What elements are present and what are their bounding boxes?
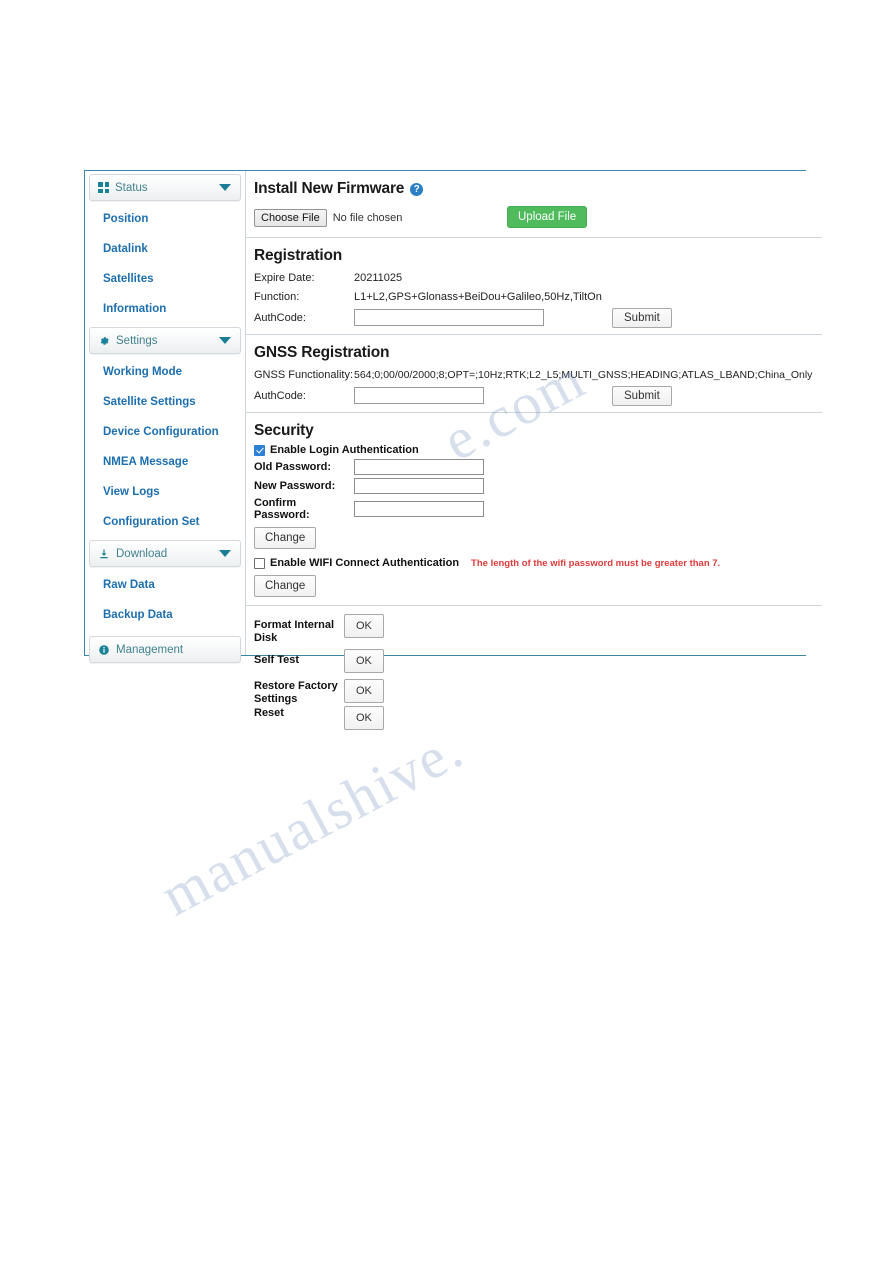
self-test-ok-button[interactable]: OK — [344, 649, 384, 673]
format-internal-disk-ok-button[interactable]: OK — [344, 614, 384, 638]
sidebar-group-download[interactable]: Download — [89, 540, 241, 567]
enable-login-auth-checkbox[interactable] — [254, 444, 265, 456]
sidebar-item-information[interactable]: Information — [85, 294, 245, 324]
chevron-down-icon[interactable] — [219, 183, 231, 191]
help-circle-icon[interactable]: ? — [410, 183, 424, 196]
sidebar-item-nmea-message[interactable]: NMEA Message — [85, 447, 245, 477]
sidebar-item-satellites[interactable]: Satellites — [85, 264, 245, 294]
sidebar-item-raw-data[interactable]: Raw Data — [85, 570, 245, 600]
sidebar-group-settings[interactable]: Settings — [89, 327, 241, 354]
sidebar-group-status[interactable]: Status — [89, 174, 241, 201]
old-password-row: Old Password: — [254, 459, 812, 475]
reset-label: Reset — [254, 707, 284, 719]
reset-row: Reset OK — [254, 706, 812, 730]
sidebar-item-working-mode[interactable]: Working Mode — [85, 357, 245, 387]
watermark-text-2: manualshive. — [150, 715, 474, 929]
confirm-password-input[interactable] — [354, 501, 484, 517]
sidebar-group-label: Download — [116, 547, 168, 560]
format-internal-disk-row: Format Internal Disk OK — [254, 614, 812, 645]
gnss-submit-button[interactable]: Submit — [612, 385, 672, 406]
info-icon — [98, 644, 110, 656]
registration-authcode-input[interactable] — [354, 309, 544, 326]
enable-login-auth-row[interactable]: Enable Login Authentication — [254, 444, 812, 456]
page-title: Install New Firmware — [254, 180, 405, 197]
new-password-label: New Password: — [254, 480, 336, 492]
enable-login-auth-label: Enable Login Authentication — [270, 444, 419, 456]
change-password-button[interactable]: Change — [254, 527, 317, 549]
reset-ok-button[interactable]: OK — [344, 706, 384, 730]
expire-date-label: Expire Date: — [254, 271, 315, 284]
grid-icon — [98, 182, 109, 193]
security-title: Security — [254, 422, 314, 439]
sidebar-item-satellite-settings[interactable]: Satellite Settings — [85, 387, 245, 417]
sidebar-group-label: Management — [116, 643, 184, 656]
sidebar-group-management[interactable]: Management — [89, 636, 241, 663]
gnss-registration-title: GNSS Registration — [254, 344, 390, 361]
gnss-authcode-label: AuthCode: — [254, 389, 306, 402]
choose-file-button[interactable]: Choose File — [254, 209, 327, 227]
registration-authcode-label: AuthCode: — [254, 311, 306, 324]
sidebar-item-position[interactable]: Position — [85, 204, 245, 234]
function-row: Function: L1+L2,GPS+Glonass+BeiDou+Galil… — [254, 288, 812, 305]
chevron-down-icon[interactable] — [219, 336, 231, 344]
self-test-row: Self Test OK — [254, 649, 812, 675]
registration-authcode-row: AuthCode: Submit — [254, 307, 812, 328]
download-icon — [98, 548, 110, 560]
sidebar-item-device-configuration[interactable]: Device Configuration — [85, 417, 245, 447]
no-file-chosen-text: No file chosen — [332, 212, 403, 224]
section-registration: Registration Expire Date: 20211025 Funct… — [246, 238, 823, 335]
chevron-down-icon[interactable] — [219, 549, 231, 557]
enable-wifi-auth-checkbox[interactable] — [254, 557, 265, 569]
function-label: Function: — [254, 290, 300, 303]
upload-file-button[interactable]: Upload File — [507, 206, 588, 228]
self-test-label: Self Test — [254, 654, 300, 666]
sidebar-item-datalink[interactable]: Datalink — [85, 234, 245, 264]
web-ui-panel: Status Position Datalink Satellites Info… — [84, 170, 823, 730]
format-internal-disk-label: Format Internal Disk — [254, 619, 335, 644]
enable-wifi-auth-label: Enable WIFI Connect Authentication — [270, 557, 460, 569]
enable-wifi-auth-row[interactable]: Enable WIFI Connect Authentication The l… — [254, 557, 812, 569]
new-password-input[interactable] — [354, 478, 484, 494]
section-security: Security Enable Login Authentication Old… — [246, 413, 823, 606]
gnss-functionality-label: GNSS Functionality: — [254, 368, 354, 381]
restore-factory-settings-ok-button[interactable]: OK — [344, 679, 384, 703]
new-password-row: New Password: — [254, 478, 812, 494]
sidebar: Status Position Datalink Satellites Info… — [85, 171, 246, 663]
change-wifi-button[interactable]: Change — [254, 575, 317, 597]
sidebar-item-view-logs[interactable]: View Logs — [85, 477, 245, 507]
old-password-input[interactable] — [354, 459, 484, 475]
sidebar-group-label: Status — [115, 181, 148, 194]
restore-factory-settings-label: Restore Factory Settings — [254, 680, 338, 705]
sidebar-group-label: Settings — [116, 334, 158, 347]
section-device-actions: Format Internal Disk OK Self Test OK Res… — [246, 606, 822, 740]
gnss-authcode-input[interactable] — [354, 387, 484, 404]
expire-date-value: 20211025 — [354, 271, 403, 284]
gnss-authcode-row: AuthCode: Submit — [254, 385, 812, 406]
confirm-password-label: Confirm Password: — [254, 497, 310, 521]
content-area: Install New Firmware ? Choose File No fi… — [246, 171, 823, 730]
expire-date-row: Expire Date: 20211025 — [254, 269, 812, 286]
section-gnss-registration: GNSS Registration GNSS Functionality: 56… — [246, 335, 823, 413]
registration-title: Registration — [254, 247, 343, 264]
sidebar-item-configuration-set[interactable]: Configuration Set — [85, 507, 245, 537]
section-install-firmware: Install New Firmware ? Choose File No fi… — [246, 171, 823, 238]
old-password-label: Old Password: — [254, 461, 332, 473]
restore-factory-settings-row: Restore Factory Settings OK — [254, 679, 812, 706]
gnss-functionality-row: GNSS Functionality: 564;0;00/00/2000;8;O… — [254, 366, 812, 383]
wifi-password-warning: The length of the wifi password must be … — [471, 557, 721, 569]
gear-icon — [98, 335, 110, 347]
function-value: L1+L2,GPS+Glonass+BeiDou+Galileo,50Hz,Ti… — [354, 290, 602, 303]
gnss-functionality-value: 564;0;00/00/2000;8;OPT=;10Hz;RTK;L2_L5;M… — [354, 368, 813, 381]
confirm-password-row: Confirm Password: — [254, 497, 812, 521]
sidebar-item-backup-data[interactable]: Backup Data — [85, 600, 245, 630]
registration-submit-button[interactable]: Submit — [612, 307, 672, 328]
